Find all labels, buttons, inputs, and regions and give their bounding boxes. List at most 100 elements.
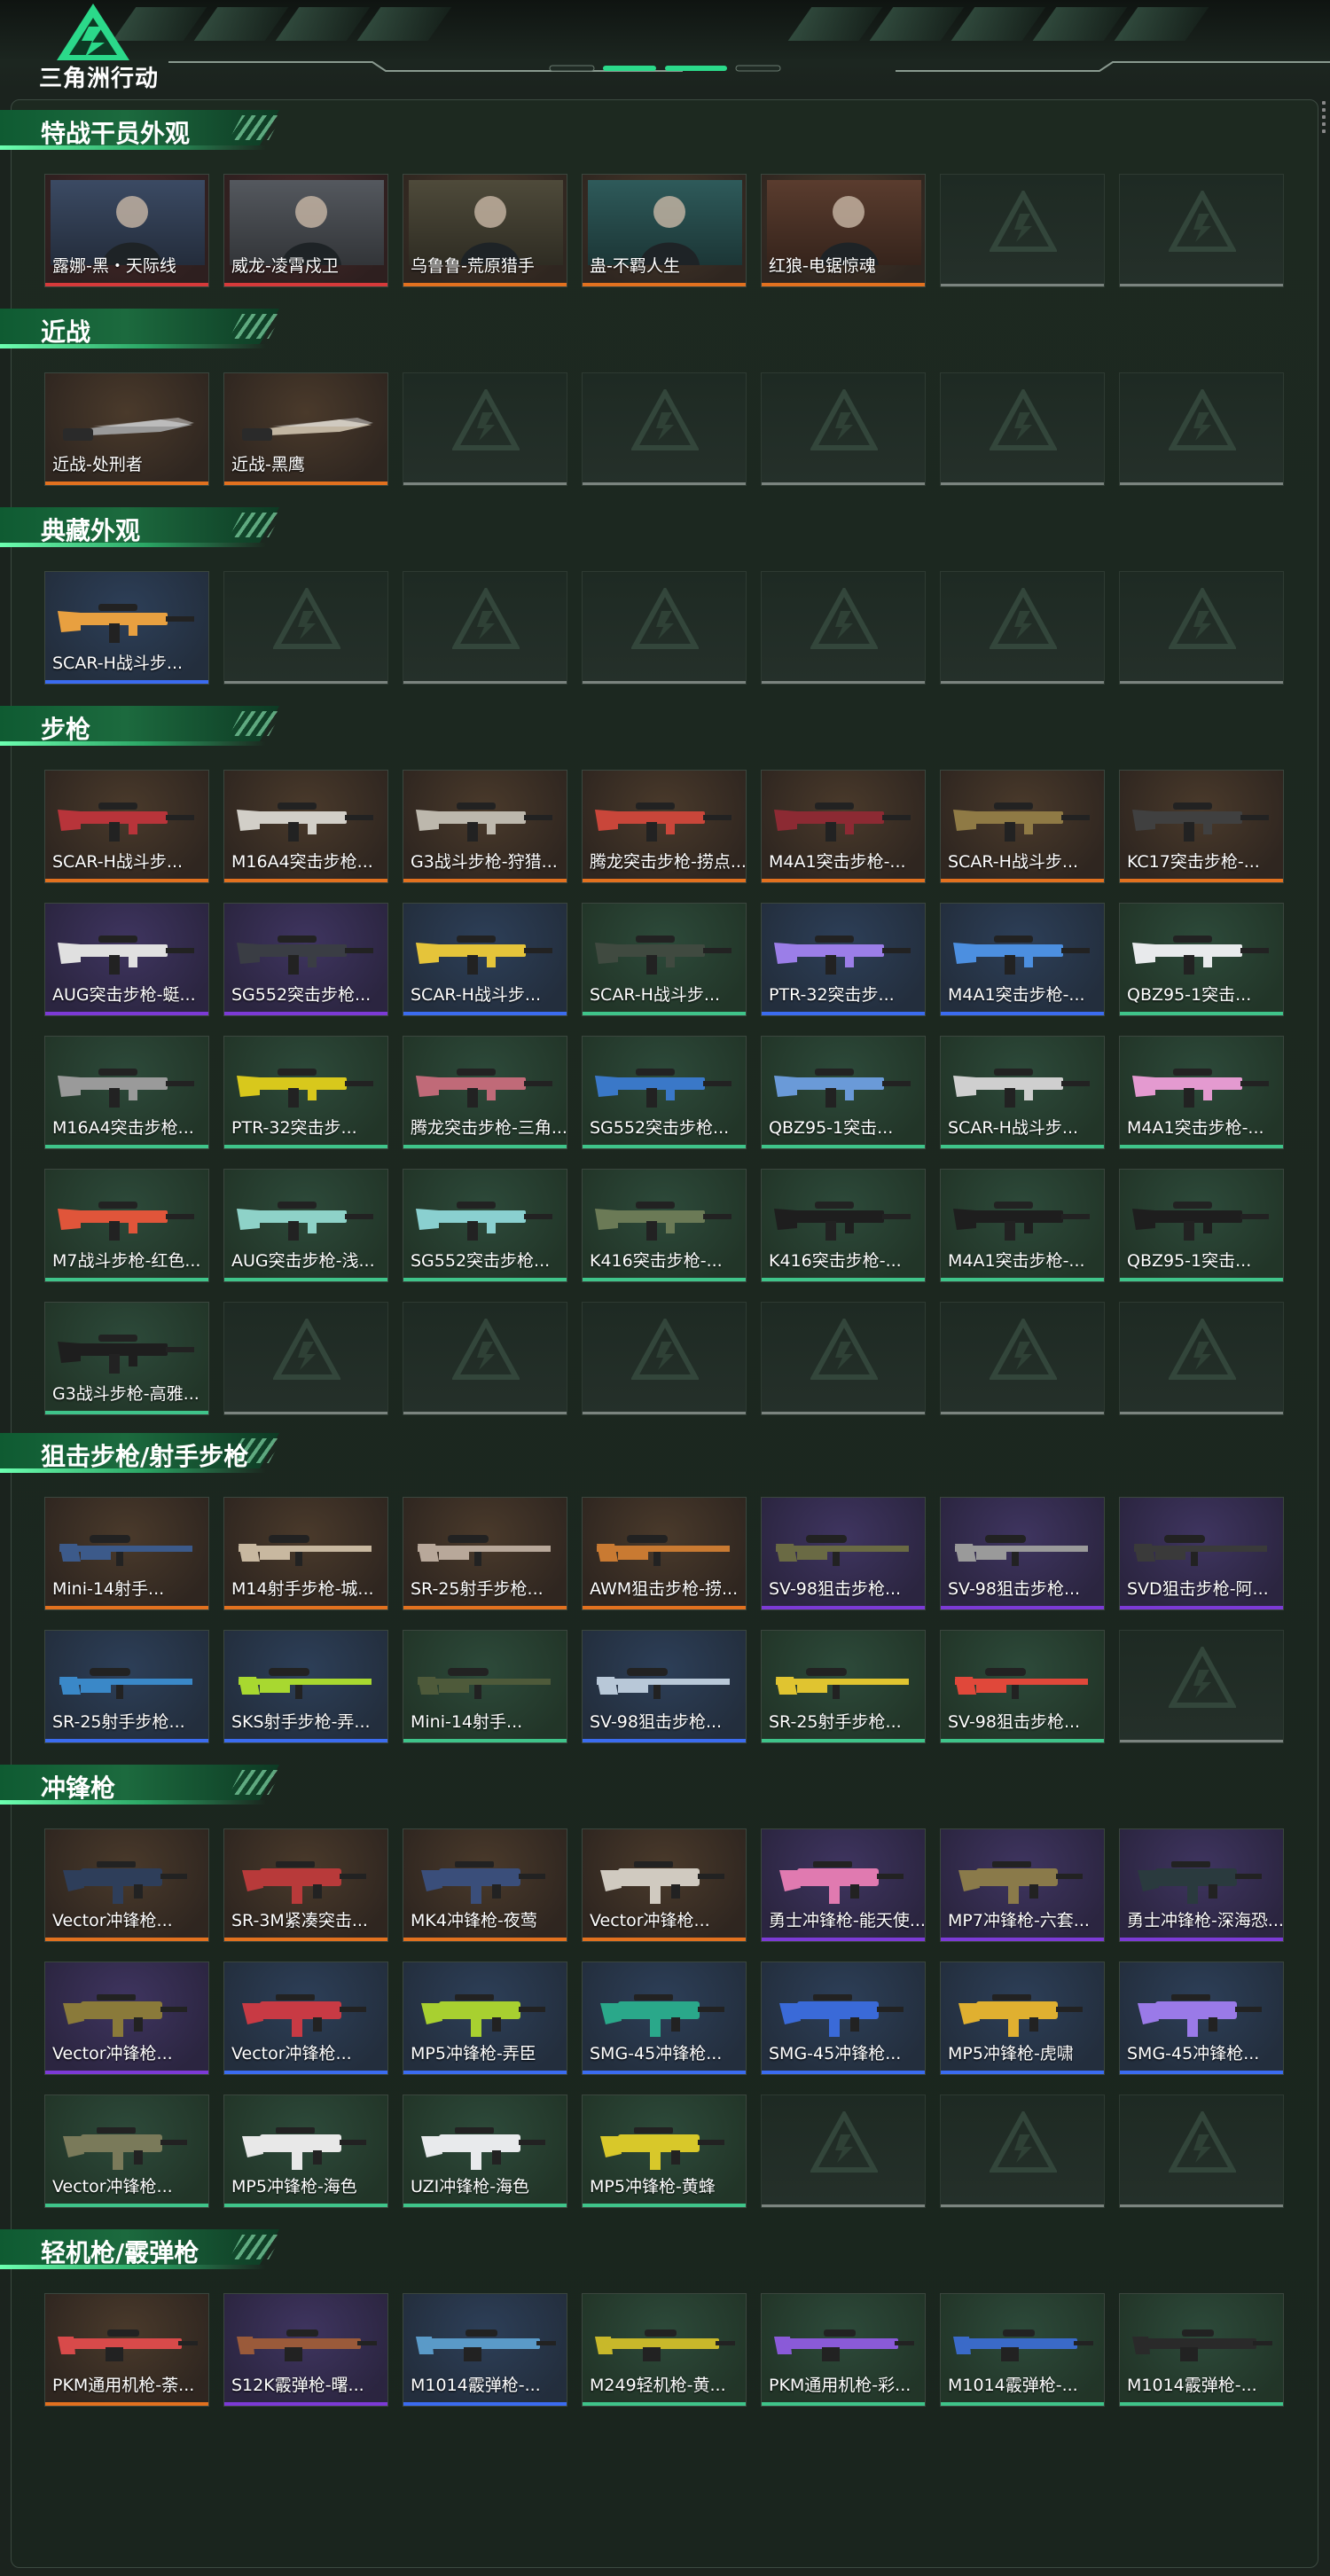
skin-card[interactable]: MP7冲锋枪-六套...	[940, 1828, 1105, 1942]
skin-name: M1014霰弹枪-...	[411, 2376, 541, 2395]
skin-card[interactable]: 近战-黑鹰	[223, 372, 388, 486]
skin-name: M4A1突击步枪-...	[948, 1251, 1085, 1271]
rarity-bar	[403, 2204, 567, 2207]
skin-card[interactable]: Mini-14射手...	[44, 1497, 209, 1610]
skin-card[interactable]: M16A4突击步枪...	[44, 1036, 209, 1149]
skin-card[interactable]: M4A1突击步枪-...	[940, 903, 1105, 1016]
skin-card[interactable]: M7战斗步枪-红色...	[44, 1169, 209, 1282]
skin-card[interactable]: SCAR-H战斗步...	[940, 770, 1105, 883]
skin-card[interactable]: QBZ95-1突击...	[761, 1036, 926, 1149]
skin-card[interactable]: SCAR-H战斗步...	[403, 903, 567, 1016]
skin-card[interactable]: SCAR-H战斗步...	[44, 770, 209, 883]
skin-card[interactable]: SMG-45冲锋枪...	[582, 1961, 747, 2075]
skin-card[interactable]: 蛊-不羁人生	[582, 174, 747, 287]
skin-card[interactable]: AUG突击步枪-浅...	[223, 1169, 388, 1282]
skin-card[interactable]: 威龙-凌霄戍卫	[223, 174, 388, 287]
skin-card[interactable]: MK4冲锋枪-夜莺	[403, 1828, 567, 1942]
skin-card[interactable]: KC17突击步枪-...	[1119, 770, 1284, 883]
skin-card[interactable]: Vector冲锋枪...	[223, 1961, 388, 2075]
skin-card[interactable]: PTR-32突击步...	[761, 903, 926, 1016]
skin-card[interactable]: Vector冲锋枪...	[44, 1828, 209, 1942]
skin-card[interactable]: SG552突击步枪...	[403, 1169, 567, 1282]
skin-card[interactable]: SVD狙击步枪-阿...	[1119, 1497, 1284, 1610]
skin-card[interactable]: PKM通用机枪-荼...	[44, 2293, 209, 2407]
skin-card[interactable]: UZI冲锋枪-海色	[403, 2094, 567, 2208]
placeholder-logo-icon	[990, 588, 1057, 649]
skin-card[interactable]: SV-98狙击步枪...	[940, 1630, 1105, 1743]
skin-name: SVD狙击步枪-阿...	[1127, 1579, 1269, 1599]
skin-card[interactable]: 腾龙突击步枪-捞点...	[582, 770, 747, 883]
skin-card[interactable]: Vector冲锋枪...	[582, 1828, 747, 1942]
skin-card[interactable]: M1014霰弹枪-...	[403, 2293, 567, 2407]
gun-icon	[421, 2127, 545, 2170]
skin-card[interactable]: MP5冲锋枪-虎啸	[940, 1961, 1105, 2075]
skin-name: M1014霰弹枪-...	[1127, 2376, 1257, 2395]
skin-card[interactable]: M1014霰弹枪-...	[1119, 2293, 1284, 2407]
skin-card[interactable]: QBZ95-1突击...	[1119, 903, 1284, 1016]
skin-card[interactable]: G3战斗步枪-高雅...	[44, 1302, 209, 1415]
skin-card[interactable]: Vector冲锋枪...	[44, 1961, 209, 2075]
skin-card[interactable]: SCAR-H战斗步...	[44, 571, 209, 685]
skin-card[interactable]: 腾龙突击步枪-三角...	[403, 1036, 567, 1149]
skin-card[interactable]: SR-25射手步枪...	[761, 1630, 926, 1743]
scroll-indicator[interactable]	[1321, 98, 1326, 137]
skin-card[interactable]: SCAR-H战斗步...	[582, 903, 747, 1016]
skin-card[interactable]: M16A4突击步枪...	[223, 770, 388, 883]
skin-card[interactable]: SR-25射手步枪...	[44, 1630, 209, 1743]
skin-card[interactable]: 勇士冲锋枪-能天使...	[761, 1828, 926, 1942]
skin-card[interactable]: SR-3M紧凑突击...	[223, 1828, 388, 1942]
skin-card[interactable]: SG552突击步枪...	[582, 1036, 747, 1149]
skin-card[interactable]: 乌鲁鲁-荒原猎手	[403, 174, 567, 287]
skin-card[interactable]: SV-98狙击步枪...	[940, 1497, 1105, 1610]
skin-card[interactable]: K416突击步枪-...	[582, 1169, 747, 1282]
gun-icon	[595, 936, 732, 975]
placeholder-logo-icon	[631, 588, 699, 649]
skin-card[interactable]: SKS射手步枪-弄...	[223, 1630, 388, 1743]
skin-card[interactable]: S12K霰弹枪-曙...	[223, 2293, 388, 2407]
skin-card[interactable]: SR-25射手步枪...	[403, 1497, 567, 1610]
skin-name: Vector冲锋枪...	[590, 1911, 710, 1930]
rarity-bar	[762, 879, 925, 882]
skin-card[interactable]: MP5冲锋枪-海色	[223, 2094, 388, 2208]
skin-card[interactable]: SV-98狙击步枪...	[761, 1497, 926, 1610]
rarity-bar	[403, 1012, 567, 1015]
skin-card[interactable]: Vector冲锋枪...	[44, 2094, 209, 2208]
skin-card[interactable]: AUG突击步枪-蜓...	[44, 903, 209, 1016]
gun-icon	[58, 1335, 194, 1374]
skin-card[interactable]: SV-98狙击步枪...	[582, 1630, 747, 1743]
skin-card[interactable]: AWM狙击步枪-捞...	[582, 1497, 747, 1610]
empty-slot	[582, 372, 747, 486]
skin-card[interactable]: 红狼-电锯惊魂	[761, 174, 926, 287]
section-title: 冲锋枪	[41, 1773, 116, 1803]
skin-card[interactable]: QBZ95-1突击...	[1119, 1169, 1284, 1282]
skin-card[interactable]: MP5冲锋枪-弄臣	[403, 1961, 567, 2075]
slot-underline	[224, 681, 387, 684]
gun-icon	[958, 1861, 1083, 1904]
skin-card[interactable]: M4A1突击步枪-...	[761, 770, 926, 883]
skin-name: SV-98狙击步枪...	[948, 1712, 1081, 1732]
skin-card[interactable]: M249轻机枪-黄...	[582, 2293, 747, 2407]
skin-card[interactable]: G3战斗步枪-狩猎...	[403, 770, 567, 883]
skin-card[interactable]: M4A1突击步枪-...	[1119, 1036, 1284, 1149]
skin-card[interactable]: SMG-45冲锋枪...	[1119, 1961, 1284, 2075]
skin-card[interactable]: PTR-32突击步...	[223, 1036, 388, 1149]
skin-card[interactable]: K416突击步枪-...	[761, 1169, 926, 1282]
skin-card[interactable]: SMG-45冲锋枪...	[761, 1961, 926, 2075]
section-header: 典藏外观	[0, 504, 293, 548]
skin-card[interactable]: 近战-处刑者	[44, 372, 209, 486]
skin-card[interactable]: SG552突击步枪...	[223, 903, 388, 1016]
skin-card[interactable]: SCAR-H战斗步...	[940, 1036, 1105, 1149]
skin-card[interactable]: 勇士冲锋枪-深海恐...	[1119, 1828, 1284, 1942]
skin-card[interactable]: M4A1突击步枪-...	[940, 1169, 1105, 1282]
rarity-bar	[45, 482, 208, 485]
skin-card[interactable]: M14射手步枪-城...	[223, 1497, 388, 1610]
skin-card[interactable]: 露娜-黑・天际线	[44, 174, 209, 287]
skin-card[interactable]: M1014霰弹枪-...	[940, 2293, 1105, 2407]
skin-card[interactable]: PKM通用机枪-彩...	[761, 2293, 926, 2407]
skin-card[interactable]: Mini-14射手...	[403, 1630, 567, 1743]
skin-card[interactable]: MP5冲锋枪-黄蜂	[582, 2094, 747, 2208]
rarity-bar	[45, 1411, 208, 1414]
rarity-bar	[1120, 1012, 1283, 1015]
skin-name: Vector冲锋枪...	[52, 2044, 173, 2063]
gun-icon	[1132, 1202, 1269, 1241]
